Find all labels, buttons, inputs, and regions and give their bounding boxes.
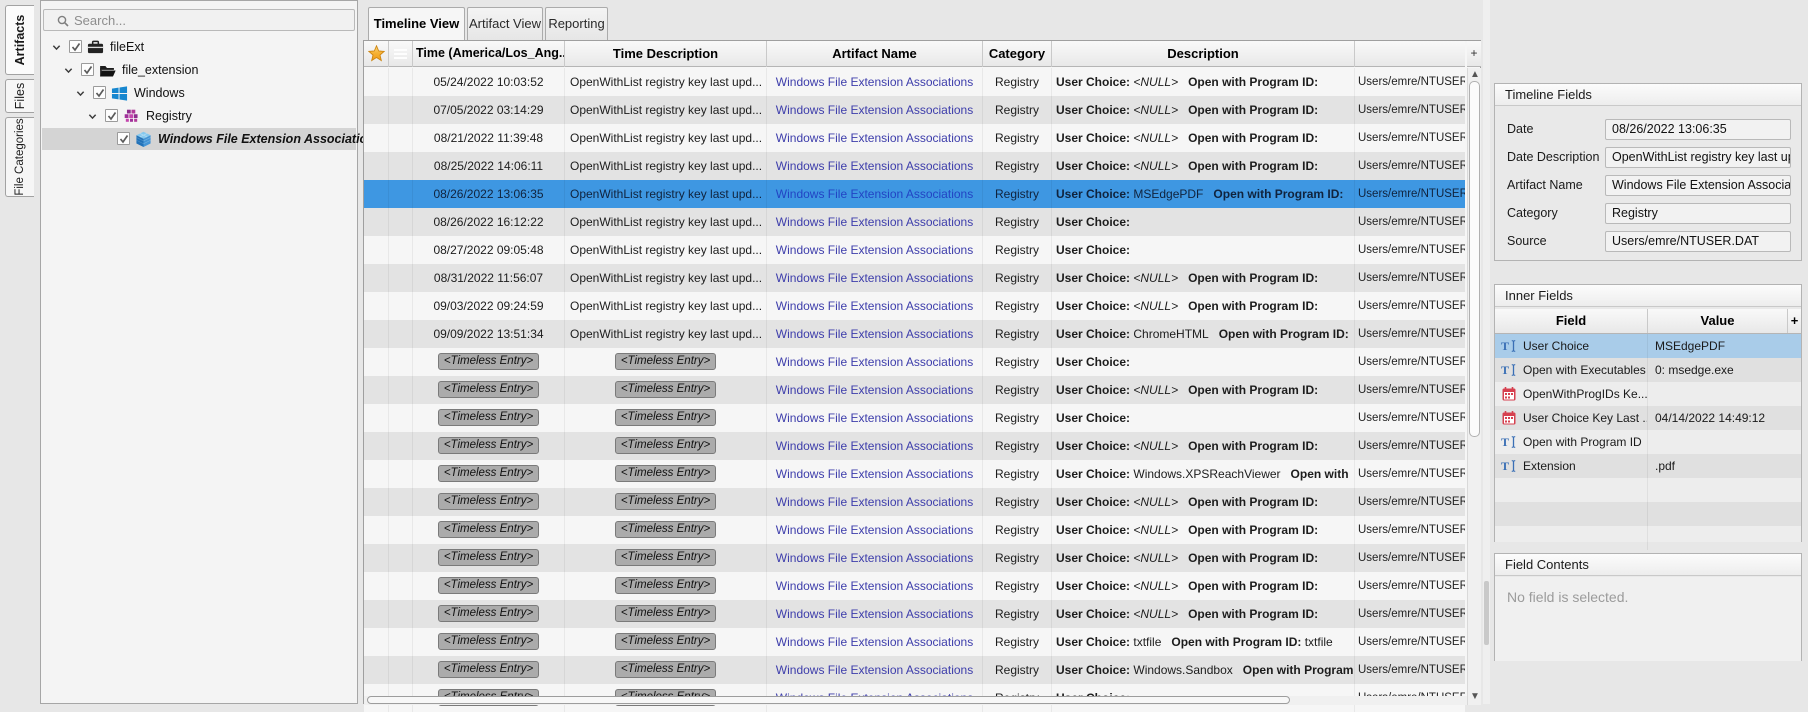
svg-text:T: T [1501, 435, 1509, 449]
svg-text:T: T [1501, 363, 1509, 377]
svg-text:T: T [1501, 459, 1509, 473]
svg-text:T: T [1501, 339, 1509, 353]
